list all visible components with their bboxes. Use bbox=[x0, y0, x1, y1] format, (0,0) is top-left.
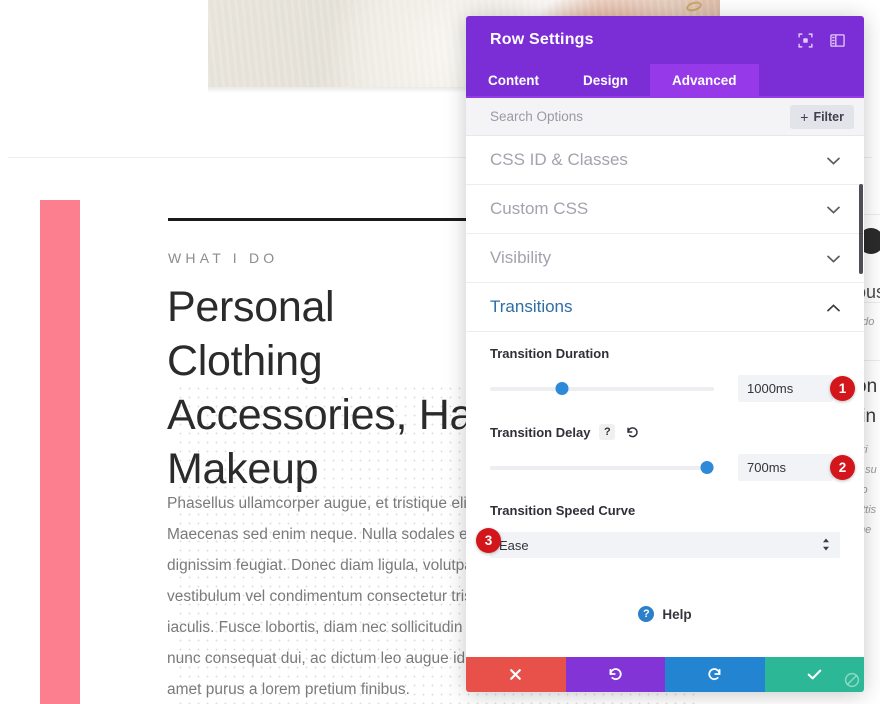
save-button[interactable] bbox=[764, 657, 864, 692]
transition-delay-input[interactable] bbox=[738, 454, 833, 481]
slider-track bbox=[490, 386, 714, 391]
search-bar: + Filter bbox=[466, 98, 864, 136]
modal-footer bbox=[466, 657, 864, 692]
transition-duration-label: Transition Duration bbox=[490, 346, 840, 361]
step-badge-3: 3 bbox=[476, 528, 501, 553]
reset-icon[interactable] bbox=[624, 424, 640, 440]
help-link[interactable]: ? Help bbox=[490, 606, 840, 622]
label-text: Transition Delay bbox=[490, 424, 591, 440]
modal-title: Row Settings bbox=[490, 31, 594, 48]
transition-delay-value-wrap: 2 bbox=[738, 454, 855, 481]
transition-duration-input[interactable] bbox=[738, 375, 833, 402]
help-icon[interactable]: ? bbox=[599, 424, 616, 440]
transition-delay-label: Transition Delay ? bbox=[490, 424, 840, 440]
accordion-transitions[interactable]: Transitions bbox=[466, 283, 864, 332]
scrollbar-thumb[interactable] bbox=[859, 184, 863, 274]
step-badge-2: 2 bbox=[830, 455, 855, 480]
select-stepper-icon bbox=[822, 538, 830, 552]
modal-body: CSS ID & Classes Custom CSS Visibility T… bbox=[466, 136, 864, 657]
focus-icon[interactable] bbox=[792, 27, 818, 53]
accordion-css-id-classes[interactable]: CSS ID & Classes bbox=[466, 136, 864, 185]
chevron-up-icon bbox=[827, 301, 840, 314]
transition-duration-value-wrap: 1 bbox=[738, 375, 855, 402]
plus-icon: + bbox=[800, 108, 809, 125]
row-settings-modal: Row Settings Content Design Advanced Sea… bbox=[466, 16, 864, 692]
modal-header: Row Settings bbox=[466, 16, 864, 64]
chevron-down-icon bbox=[827, 252, 840, 265]
accent-bar bbox=[40, 200, 80, 704]
screenshot-root: WHAT I DO Personal Clothing Accessories,… bbox=[0, 0, 880, 704]
transition-speed-curve-wrap: Ease 3 bbox=[476, 528, 840, 558]
tab-content[interactable]: Content bbox=[466, 64, 561, 96]
redo-button[interactable] bbox=[665, 657, 765, 692]
transitions-section: Transition Duration 1 Transition Delay bbox=[466, 332, 864, 622]
chevron-down-icon bbox=[827, 203, 840, 216]
label-text: Transition Duration bbox=[490, 346, 610, 361]
modal-scrollbar[interactable] bbox=[858, 136, 864, 657]
transition-delay-control: 2 bbox=[490, 454, 855, 481]
accordion-visibility[interactable]: Visibility bbox=[466, 234, 864, 283]
transition-speed-curve-label: Transition Speed Curve bbox=[490, 503, 840, 518]
filter-button-label: Filter bbox=[813, 109, 844, 124]
slider-track bbox=[490, 465, 714, 470]
chevron-down-icon bbox=[827, 154, 840, 167]
page-title: Personal Clothing Accessories, Hair Make… bbox=[167, 283, 497, 493]
transition-delay-slider[interactable] bbox=[490, 457, 714, 479]
layout-view-icon[interactable] bbox=[824, 27, 850, 53]
accordion-custom-css[interactable]: Custom CSS bbox=[466, 185, 864, 234]
transition-speed-curve-select[interactable]: Ease bbox=[490, 532, 840, 558]
help-icon: ? bbox=[638, 606, 655, 622]
accordion-label: Custom CSS bbox=[490, 199, 589, 218]
step-badge-1: 1 bbox=[830, 376, 855, 401]
accordion-label: Transitions bbox=[490, 297, 573, 316]
label-text: Transition Speed Curve bbox=[490, 503, 636, 518]
help-label: Help bbox=[662, 606, 692, 622]
transition-duration-control: 1 bbox=[490, 375, 855, 402]
modal-tabs: Content Design Advanced bbox=[466, 64, 864, 98]
tab-design[interactable]: Design bbox=[561, 64, 650, 96]
accordion-label: Visibility bbox=[490, 248, 552, 267]
select-value: Ease bbox=[499, 537, 529, 553]
filter-button[interactable]: + Filter bbox=[790, 104, 854, 129]
accordion-label: CSS ID & Classes bbox=[490, 150, 628, 169]
divider-rule bbox=[168, 218, 498, 221]
slider-thumb[interactable] bbox=[700, 461, 714, 474]
transition-duration-slider[interactable] bbox=[490, 378, 714, 400]
cancel-button[interactable] bbox=[466, 657, 566, 692]
undo-button[interactable] bbox=[565, 657, 665, 692]
slider-thumb[interactable] bbox=[555, 382, 569, 395]
search-input[interactable] bbox=[490, 109, 791, 124]
eyebrow-text: WHAT I DO bbox=[168, 250, 279, 266]
body-paragraph: Phasellus ullamcorper augue, et tristiqu… bbox=[167, 495, 480, 698]
tab-advanced[interactable]: Advanced bbox=[650, 64, 759, 96]
